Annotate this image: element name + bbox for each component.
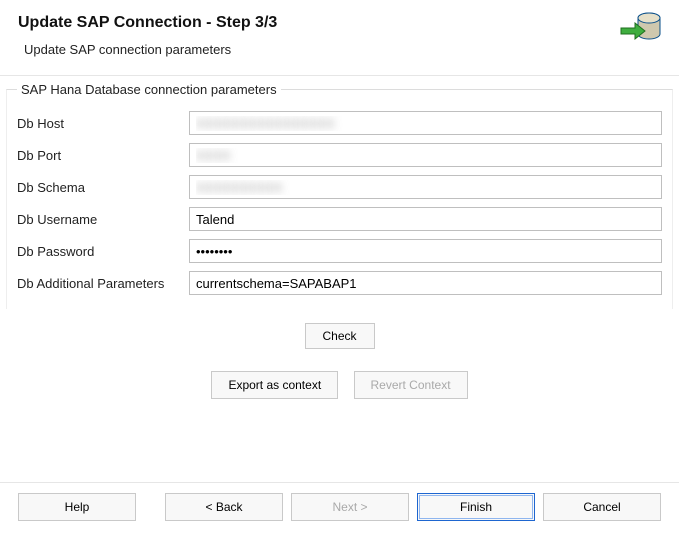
wizard-footer: Help < Back Next > Finish Cancel: [0, 482, 679, 535]
check-button[interactable]: Check: [305, 323, 375, 349]
db-additional-params-input[interactable]: [189, 271, 662, 295]
db-password-input[interactable]: [189, 239, 662, 263]
database-arrow-icon: [619, 8, 665, 51]
wizard-content: SAP Hana Database connection parameters …: [0, 82, 679, 399]
group-legend: SAP Hana Database connection parameters: [17, 82, 281, 97]
cancel-button[interactable]: Cancel: [543, 493, 661, 521]
finish-button[interactable]: Finish: [417, 493, 535, 521]
back-button[interactable]: < Back: [165, 493, 283, 521]
db-additional-params-label: Db Additional Parameters: [17, 276, 189, 291]
db-host-input[interactable]: [189, 111, 662, 135]
wizard-header: Update SAP Connection - Step 3/3 Update …: [0, 0, 679, 63]
revert-context-button: Revert Context: [354, 371, 468, 399]
db-host-label: Db Host: [17, 116, 189, 131]
export-as-context-button[interactable]: Export as context: [211, 371, 338, 399]
next-button: Next >: [291, 493, 409, 521]
connection-params-group: SAP Hana Database connection parameters …: [6, 82, 673, 309]
wizard-title: Update SAP Connection - Step 3/3: [18, 14, 661, 32]
db-port-input[interactable]: [189, 143, 662, 167]
wizard-subtitle: Update SAP connection parameters: [18, 42, 661, 57]
db-password-label: Db Password: [17, 244, 189, 259]
db-schema-label: Db Schema: [17, 180, 189, 195]
db-schema-input[interactable]: [189, 175, 662, 199]
help-button[interactable]: Help: [18, 493, 136, 521]
db-port-label: Db Port: [17, 148, 189, 163]
db-username-input[interactable]: [189, 207, 662, 231]
db-username-label: Db Username: [17, 212, 189, 227]
header-divider: [0, 75, 679, 76]
